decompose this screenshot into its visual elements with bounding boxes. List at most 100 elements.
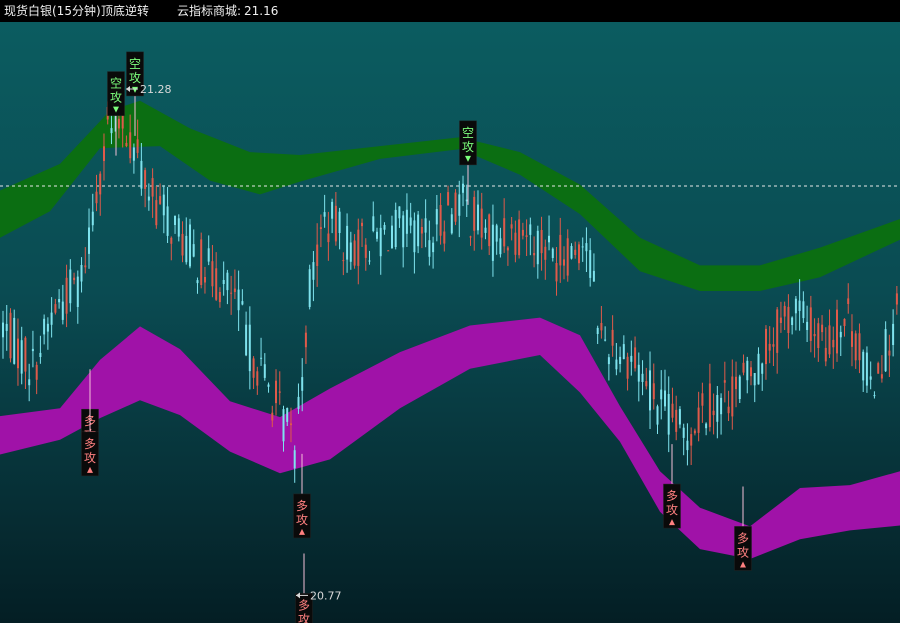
candle-body (559, 234, 562, 266)
candle-body (843, 318, 846, 326)
candle-body (263, 364, 266, 378)
candle-body (693, 430, 696, 434)
candle-body (634, 347, 637, 369)
candle-body (458, 194, 461, 216)
candle-body (304, 332, 307, 348)
candle-body (548, 235, 550, 243)
candle-body (435, 209, 438, 225)
candle-body (132, 147, 135, 161)
candle-body (716, 395, 719, 422)
candle-body (742, 362, 745, 373)
signal-direction-text: 多 (296, 499, 308, 513)
candle-body (619, 356, 622, 364)
candle-body (566, 238, 569, 276)
indicator-name: 顶底逆转 (101, 4, 150, 18)
candle-body (667, 394, 670, 435)
candle-body (211, 261, 214, 287)
candle-body (581, 246, 584, 248)
candle-body (656, 406, 659, 425)
candle-body (155, 200, 158, 226)
candle-body (379, 227, 382, 257)
candle-body (563, 259, 565, 266)
candle-body (727, 406, 730, 414)
candle-body (529, 224, 532, 235)
candle-body (129, 132, 132, 159)
candle-body (417, 214, 420, 247)
candle-body (443, 231, 446, 244)
signal-suffix-text: 攻 (298, 612, 310, 623)
candle-body (533, 253, 536, 256)
extreme-price-label: 20.77 (310, 589, 342, 602)
candle-body (574, 249, 577, 255)
candle-body (761, 363, 764, 374)
candle-body (5, 323, 8, 331)
signal-direction-text: 多 (298, 598, 310, 612)
candle-body (746, 360, 749, 381)
candle-body (73, 277, 76, 281)
candle-body (491, 224, 494, 261)
candle-body (671, 403, 674, 418)
candle-body (641, 373, 644, 382)
candle (189, 218, 191, 269)
candle-body (159, 196, 162, 204)
candle-body (297, 396, 300, 409)
candle-body (600, 323, 603, 331)
candle-body (783, 305, 786, 317)
candle-body (117, 118, 120, 129)
candle-body (39, 352, 42, 357)
candle-body (353, 240, 356, 266)
candle-body (779, 317, 782, 323)
candle-body (664, 390, 666, 407)
candle-body (88, 227, 90, 254)
candle-body (450, 214, 453, 234)
candle-body (439, 205, 442, 236)
candle-body (91, 211, 94, 226)
candle-body (316, 244, 319, 266)
candle-body (84, 265, 87, 268)
candle-body (147, 196, 150, 201)
candlestick-chart: 空攻空攻空攻多攻多攻多攻多攻多攻多攻 21.2820.77 (0, 22, 900, 623)
candle-body (854, 333, 857, 361)
candle-body (331, 201, 334, 219)
extreme-price-label: 21.28 (140, 83, 172, 96)
candle-body (282, 409, 285, 442)
candle-body (346, 225, 349, 260)
candle-body (555, 263, 558, 282)
signal-direction-text: 多 (84, 437, 96, 451)
candle-body (192, 244, 195, 257)
candle-body (13, 317, 16, 364)
candle-body (592, 270, 595, 282)
candle-body (275, 380, 277, 404)
candle-body (31, 348, 34, 352)
candle-body (865, 352, 868, 386)
candle-body (551, 248, 554, 258)
candle-body (869, 376, 872, 380)
candle-body (888, 350, 891, 356)
candle-body (776, 309, 779, 353)
candle-body (521, 229, 524, 236)
signal-direction-text: 空 (129, 57, 141, 71)
candle-body (738, 376, 741, 399)
candle-body (222, 280, 225, 284)
candle-body (536, 230, 539, 265)
candle-body (723, 380, 726, 383)
candle-body (753, 373, 756, 386)
candle-body (473, 196, 476, 231)
candle-body (376, 231, 378, 239)
signal-direction-text: 空 (110, 77, 122, 91)
candle-body (338, 211, 341, 233)
candle-body (125, 142, 128, 147)
candle-body (731, 376, 734, 417)
candle-body (368, 260, 371, 262)
candle-body (357, 229, 360, 266)
candle-body (518, 219, 521, 256)
candle-body (686, 440, 689, 451)
candle-body (813, 334, 816, 337)
candle-body (61, 301, 64, 320)
candle-body (230, 292, 233, 294)
candle (9, 308, 12, 363)
candle-body (185, 235, 188, 263)
candle-body (420, 227, 423, 234)
candle-body (615, 359, 618, 370)
candle-body (787, 306, 790, 333)
